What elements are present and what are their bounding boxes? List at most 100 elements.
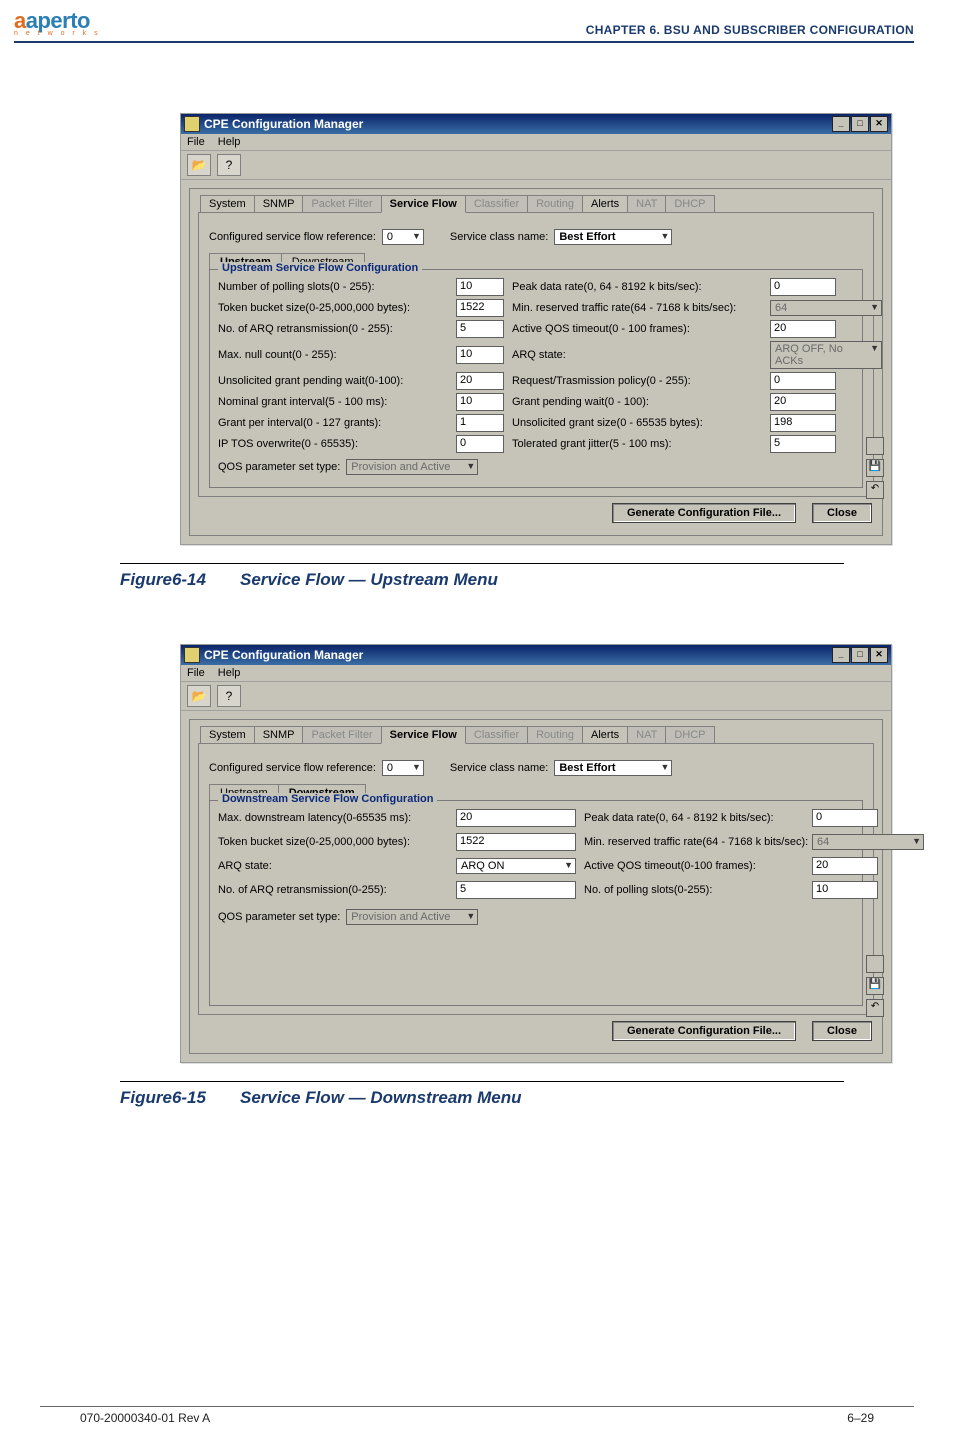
field-input[interactable]: 10 [812, 881, 878, 899]
field-label: Max. null count(0 - 255): [218, 349, 448, 361]
field-input[interactable]: 0 [456, 435, 504, 453]
field-input[interactable]: 10 [456, 278, 504, 296]
tab-packet-filter: Packet Filter [302, 195, 381, 212]
help-icon[interactable]: ? [217, 154, 241, 176]
field-input[interactable]: 5 [456, 320, 504, 338]
field-label: Number of polling slots(0 - 255): [218, 281, 448, 293]
field-label: Min. reserved traffic rate(64 - 7168 k b… [584, 836, 804, 848]
field-label: Grant per interval(0 - 127 grants): [218, 417, 448, 429]
field-label: Active QOS timeout(0-100 frames): [584, 860, 804, 872]
tab-dhcp: DHCP [665, 195, 714, 212]
save-icon[interactable]: 💾 [866, 459, 884, 477]
titlebar[interactable]: CPE Configuration Manager _ □ ✕ [181, 114, 891, 134]
tab-system[interactable]: System [200, 195, 255, 212]
figure-caption-1: Figure6-14Service Flow — Upstream Menu [120, 570, 914, 590]
app-icon [184, 647, 200, 663]
tab-snmp[interactable]: SNMP [254, 726, 304, 743]
titlebar[interactable]: CPE Configuration Manager _ □ ✕ [181, 645, 891, 665]
tab-snmp[interactable]: SNMP [254, 195, 304, 212]
close-icon[interactable]: ✕ [870, 116, 888, 132]
menubar: File Help [181, 134, 891, 151]
doc-number: 070-20000340-01 Rev A [80, 1411, 210, 1425]
field-label: Active QOS timeout(0 - 100 frames): [512, 323, 762, 335]
field-label: Nominal grant interval(5 - 100 ms): [218, 396, 448, 408]
close-button[interactable]: Close [812, 1021, 872, 1041]
logo: aaperto n e t w o r k s [14, 8, 101, 37]
field-input[interactable]: 10 [456, 393, 504, 411]
field-select[interactable]: ARQ ON [456, 858, 576, 874]
qos-select: Provision and Active [346, 459, 478, 475]
help-icon[interactable]: ? [217, 685, 241, 707]
field-input[interactable]: 0 [812, 809, 878, 827]
field-label: No. of polling slots(0-255): [584, 884, 804, 896]
tab-packet-filter: Packet Filter [302, 726, 381, 743]
field-input[interactable]: 0 [770, 372, 836, 390]
maximize-icon[interactable]: □ [851, 647, 869, 663]
field-input[interactable]: 10 [456, 346, 504, 364]
generate-button[interactable]: Generate Configuration File... [612, 503, 796, 523]
tab-routing: Routing [527, 726, 583, 743]
field-input[interactable]: 1522 [456, 833, 576, 851]
toolbar: 📂 ? [181, 682, 891, 711]
field-input[interactable]: 198 [770, 414, 836, 432]
field-input[interactable]: 5 [770, 435, 836, 453]
field-label: Token bucket size(0-25,000,000 bytes): [218, 302, 448, 314]
field-input[interactable]: 1522 [456, 299, 504, 317]
tab-alerts[interactable]: Alerts [582, 195, 628, 212]
field-label: No. of ARQ retransmission(0-255): [218, 884, 448, 896]
field-input[interactable]: 5 [456, 881, 576, 899]
field-select: 64 [812, 834, 924, 850]
tab-routing: Routing [527, 195, 583, 212]
menu-file[interactable]: File [187, 136, 205, 148]
tab-alerts[interactable]: Alerts [582, 726, 628, 743]
main-tabs: SystemSNMPPacket FilterService FlowClass… [190, 720, 882, 743]
undo-icon[interactable]: ↶ [866, 999, 884, 1017]
open-icon[interactable]: 📂 [187, 685, 211, 707]
tab-service-flow[interactable]: Service Flow [381, 195, 466, 213]
save-icon[interactable]: 💾 [866, 977, 884, 995]
close-icon[interactable]: ✕ [870, 647, 888, 663]
field-input[interactable]: 0 [770, 278, 836, 296]
toolbar: 📂 ? [181, 151, 891, 180]
field-input[interactable]: 20 [770, 393, 836, 411]
cfg-ref-select[interactable]: 0 [382, 760, 424, 776]
minimize-icon[interactable]: _ [832, 116, 850, 132]
menu-file[interactable]: File [187, 667, 205, 679]
svc-class-label: Service class name: [450, 762, 548, 774]
tab-system[interactable]: System [200, 726, 255, 743]
menu-help[interactable]: Help [218, 667, 241, 679]
side-blank-icon[interactable] [866, 955, 884, 973]
field-label: Unsolicited grant pending wait(0-100): [218, 375, 448, 387]
cfg-ref-label: Configured service flow reference: [209, 231, 376, 243]
field-select: ARQ OFF, No ACKs [770, 341, 882, 369]
generate-button[interactable]: Generate Configuration File... [612, 1021, 796, 1041]
field-input[interactable]: 20 [456, 372, 504, 390]
field-input[interactable]: 20 [456, 809, 576, 827]
field-input[interactable]: 1 [456, 414, 504, 432]
caption-rule [120, 563, 844, 564]
cfg-ref-select[interactable]: 0 [382, 229, 424, 245]
page-number: 6–29 [847, 1411, 874, 1425]
field-label: ARQ state: [218, 860, 448, 872]
field-label: Token bucket size(0-25,000,000 bytes): [218, 836, 448, 848]
field-grid: Max. downstream latency(0-65535 ms):20Pe… [218, 809, 854, 899]
open-icon[interactable]: 📂 [187, 154, 211, 176]
field-input[interactable]: 20 [770, 320, 836, 338]
field-input[interactable]: 20 [812, 857, 878, 875]
svc-class-select[interactable]: Best Effort [554, 760, 672, 776]
minimize-icon[interactable]: _ [832, 647, 850, 663]
window-upstream: CPE Configuration Manager _ □ ✕ File Hel… [180, 113, 892, 545]
svc-class-select[interactable]: Best Effort [554, 229, 672, 245]
groupbox-title: Upstream Service Flow Configuration [218, 262, 422, 274]
menu-help[interactable]: Help [218, 136, 241, 148]
caption-rule [120, 1081, 844, 1082]
field-label: IP TOS overwrite(0 - 65535): [218, 438, 448, 450]
close-button[interactable]: Close [812, 503, 872, 523]
undo-icon[interactable]: ↶ [866, 481, 884, 499]
side-blank-icon[interactable] [866, 437, 884, 455]
tab-service-flow[interactable]: Service Flow [381, 726, 466, 744]
maximize-icon[interactable]: □ [851, 116, 869, 132]
tab-dhcp: DHCP [665, 726, 714, 743]
field-label: Request/Trasmission policy(0 - 255): [512, 375, 762, 387]
qos-label: QOS parameter set type: [218, 461, 340, 473]
